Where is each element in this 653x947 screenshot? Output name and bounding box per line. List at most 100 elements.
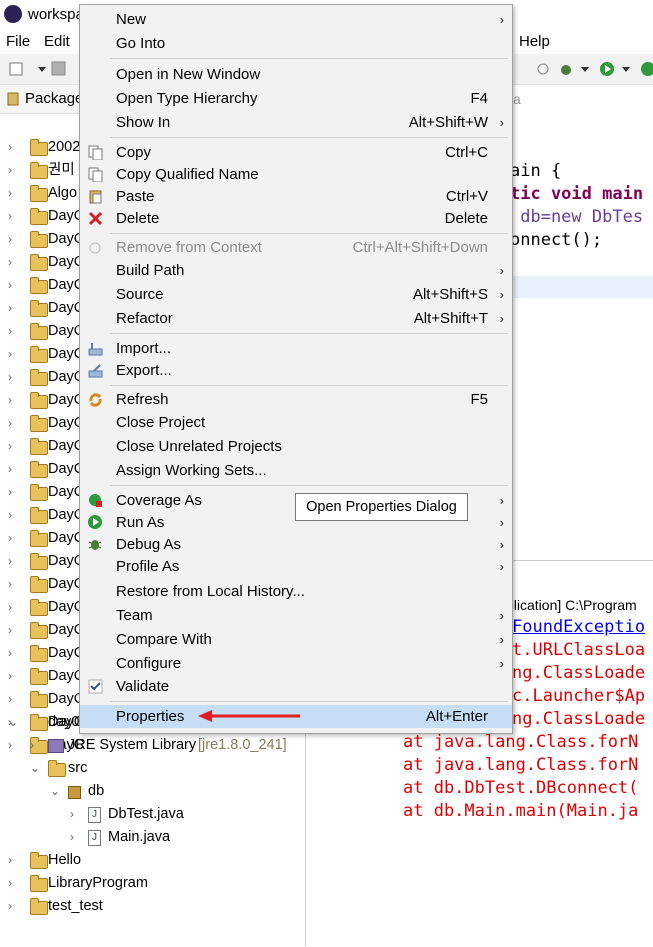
chevron-right-icon[interactable]: › (8, 159, 12, 182)
debug-icon[interactable] (557, 60, 593, 78)
menu-item-close-unrelated-projects[interactable]: Close Unrelated Projects (80, 435, 512, 458)
coverage-icon[interactable] (639, 60, 653, 78)
chevron-down-icon[interactable]: ⌄ (8, 711, 18, 734)
project-icon (30, 415, 48, 432)
menu-item-assign-working-sets[interactable]: Assign Working Sets... (80, 459, 512, 482)
window-title: workspa (28, 6, 84, 23)
package-icon (68, 786, 81, 799)
menu-item-copy-qualified-name[interactable]: Copy Qualified Name (80, 163, 512, 186)
project-icon (30, 622, 48, 639)
chevron-right-icon[interactable]: › (8, 527, 12, 550)
chevron-right-icon[interactable]: › (8, 642, 12, 665)
chevron-right-icon[interactable]: › (8, 849, 12, 872)
chevron-right-icon[interactable]: › (70, 803, 74, 826)
chevron-right-icon[interactable]: › (8, 504, 12, 527)
menu-item-paste[interactable]: Paste Ctrl+V (80, 185, 512, 208)
chevron-right-icon[interactable]: › (8, 297, 12, 320)
chevron-right-icon[interactable]: › (8, 481, 12, 504)
project-icon (30, 231, 48, 248)
chevron-down-icon[interactable]: ⌄ (30, 757, 40, 780)
menu-item-compare-with[interactable]: Compare With › (80, 628, 512, 651)
paste-icon (89, 190, 102, 204)
console-line[interactable]: FoundExceptio (512, 617, 645, 637)
context-menu: New › Go Into Open in New Window Open Typ… (79, 4, 513, 734)
project-icon (30, 553, 48, 570)
jre-version-label: [jre1.8.0_241] (198, 737, 287, 753)
chevron-right-icon[interactable]: › (8, 550, 12, 573)
menu-item-configure[interactable]: Configure › (80, 652, 512, 675)
chevron-right-icon[interactable]: › (8, 688, 12, 711)
run-icon[interactable] (598, 60, 634, 78)
project-icon (30, 484, 48, 501)
menu-item-profile-as[interactable]: Profile As › (80, 555, 512, 578)
chevron-right-icon: › (499, 311, 504, 326)
menu-item-restore-local-history[interactable]: Restore from Local History... (80, 580, 512, 603)
tree-item-label: test_test (48, 898, 103, 914)
chevron-right-icon[interactable]: › (8, 320, 12, 343)
tree-item-label: DbTest.java (108, 806, 184, 822)
menu-item-copy[interactable]: Copy Ctrl+C (80, 141, 512, 164)
menu-item-build-path[interactable]: Build Path › (80, 259, 512, 282)
menu-item-refactor[interactable]: Refactor Alt+Shift+T › (80, 307, 512, 330)
project-icon (30, 668, 48, 685)
chevron-right-icon[interactable]: › (8, 228, 12, 251)
project-icon (30, 277, 48, 294)
menu-item-delete[interactable]: Delete Delete (80, 207, 512, 230)
code-line: ain { (510, 161, 562, 181)
chevron-right-icon[interactable]: › (8, 435, 12, 458)
chevron-right-icon[interactable]: › (8, 665, 12, 688)
menu-item-go-into[interactable]: Go Into (80, 32, 512, 55)
menu-item-export[interactable]: Export... (80, 359, 512, 382)
menu-separator (110, 58, 508, 59)
chevron-right-icon[interactable]: › (8, 596, 12, 619)
chevron-right-icon[interactable]: › (8, 573, 12, 596)
menu-item-open-type-hierarchy[interactable]: Open Type Hierarchy F4 (80, 87, 512, 110)
chevron-right-icon[interactable]: › (8, 895, 12, 918)
chevron-right-icon[interactable]: › (8, 872, 12, 895)
menu-item-open-new-window[interactable]: Open in New Window (80, 63, 512, 86)
chevron-right-icon: › (499, 537, 504, 552)
chevron-down-icon[interactable]: ⌄ (50, 780, 60, 803)
chevron-right-icon: › (499, 608, 504, 623)
menu-file[interactable]: File (6, 33, 30, 50)
chevron-right-icon[interactable]: › (8, 343, 12, 366)
chevron-right-icon: › (499, 559, 504, 574)
new-wizard-icon[interactable] (8, 60, 48, 78)
chevron-right-icon[interactable]: › (8, 205, 12, 228)
chevron-right-icon[interactable]: › (8, 389, 12, 412)
chevron-right-icon[interactable]: › (8, 734, 12, 757)
menu-item-show-in[interactable]: Show In Alt+Shift+W › (80, 111, 512, 134)
menu-item-new[interactable]: New › (80, 8, 512, 31)
chevron-right-icon[interactable]: › (8, 136, 12, 159)
chevron-right-icon[interactable]: › (8, 251, 12, 274)
menu-item-debug-as[interactable]: Debug As › (80, 533, 512, 556)
chevron-right-icon[interactable]: › (8, 366, 12, 389)
menu-item-source[interactable]: Source Alt+Shift+S › (80, 283, 512, 306)
chevron-right-icon[interactable]: › (8, 182, 12, 205)
menu-separator (110, 485, 508, 486)
tree-item-label: 권미 (48, 162, 75, 178)
project-icon (30, 714, 48, 731)
project-icon (30, 208, 48, 225)
project-icon (30, 392, 48, 409)
menu-item-validate[interactable]: Validate (80, 675, 512, 698)
menu-edit[interactable]: Edit (44, 33, 70, 50)
console-line[interactable]: at db.Main.main(Main.ja (403, 801, 638, 821)
project-icon (30, 139, 48, 156)
chevron-right-icon[interactable]: › (8, 274, 12, 297)
menu-item-close-project[interactable]: Close Project (80, 411, 512, 434)
console-line: at db.DbTest.DBconnect( (403, 778, 639, 798)
chevron-right-icon[interactable]: › (8, 619, 12, 642)
save-icon[interactable] (50, 60, 68, 78)
menu-item-import[interactable]: Import... (80, 337, 512, 360)
chevron-right-icon[interactable]: › (70, 826, 74, 849)
menu-item-team[interactable]: Team › (80, 604, 512, 627)
project-icon (30, 691, 48, 708)
chevron-right-icon[interactable]: › (8, 458, 12, 481)
menu-help[interactable]: Help (519, 33, 550, 50)
run-icon (88, 515, 102, 529)
chevron-right-icon[interactable]: › (8, 412, 12, 435)
menu-item-refresh[interactable]: Refresh F5 (80, 388, 512, 411)
toggle-icon[interactable] (534, 60, 552, 78)
chevron-right-icon[interactable]: › (30, 734, 34, 757)
